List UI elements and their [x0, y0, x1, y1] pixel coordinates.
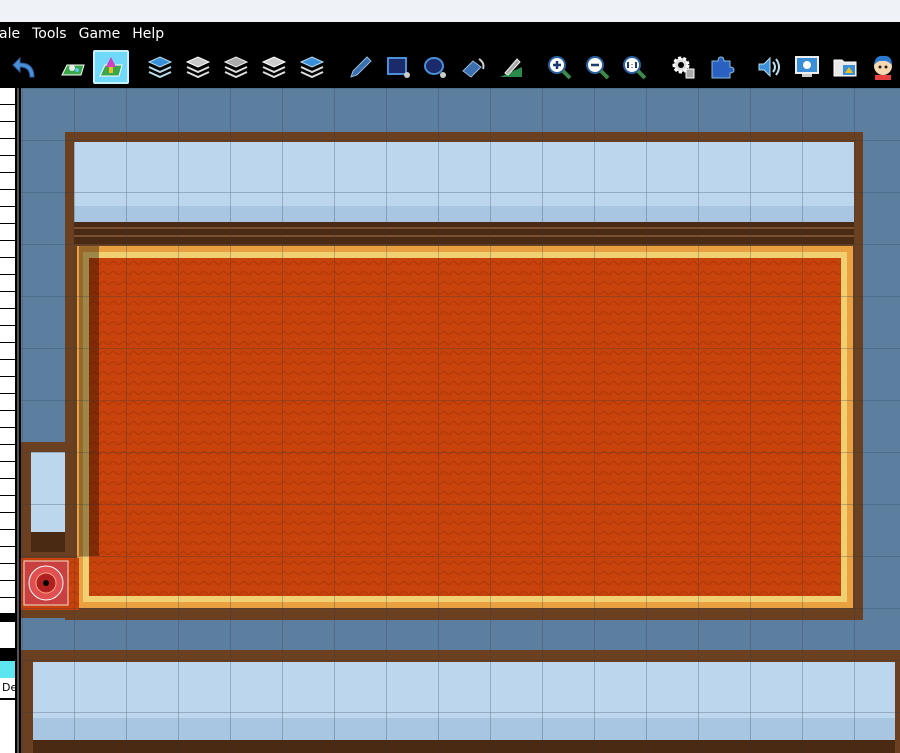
layer-3-icon	[223, 56, 249, 79]
undo-icon	[12, 56, 35, 78]
layer-5-icon	[299, 56, 325, 79]
window-title-bar	[0, 0, 900, 22]
shadow-pen-button[interactable]	[493, 50, 529, 84]
map-canvas[interactable]	[21, 88, 900, 753]
left-panel-bottom[interactable]	[0, 700, 15, 753]
event-mode-icon	[99, 57, 123, 77]
zoom-actual-button[interactable]	[616, 50, 652, 84]
database-icon	[672, 56, 695, 79]
character-generator-icon	[874, 55, 892, 80]
resource-manager-icon	[833, 59, 857, 77]
map-mode-button[interactable]	[55, 50, 91, 84]
left-panel-tab[interactable]: De	[0, 678, 15, 698]
menu-scale[interactable]: ale	[0, 22, 26, 46]
character-generator-button[interactable]	[865, 50, 900, 84]
selected-map-row[interactable]	[0, 661, 15, 678]
fill-button[interactable]	[455, 50, 491, 84]
left-panel: De	[0, 88, 19, 753]
map-drawing	[21, 88, 900, 753]
zoom-in-button[interactable]	[541, 50, 577, 84]
menu-bar: ale Tools Game Help	[0, 22, 900, 46]
resource-manager-button[interactable]	[827, 50, 863, 84]
zoom-actual-icon	[623, 56, 647, 80]
toolbar	[0, 46, 900, 88]
sound-test-icon	[758, 56, 780, 78]
menu-game[interactable]: Game	[73, 22, 127, 46]
fill-icon	[462, 58, 485, 78]
menu-tools[interactable]: Tools	[26, 22, 73, 46]
left-panel-gap	[0, 613, 15, 619]
map-grid	[21, 88, 900, 753]
shadow-pen-icon	[500, 58, 522, 77]
ellipse-button[interactable]	[417, 50, 453, 84]
map-mode-icon	[61, 64, 85, 76]
left-panel-box[interactable]	[0, 622, 15, 648]
layer-1-icon	[147, 56, 173, 79]
plugin-manager-icon	[711, 56, 735, 79]
zoom-out-button[interactable]	[579, 50, 615, 84]
ellipse-icon	[424, 57, 446, 78]
map-list[interactable]	[0, 88, 15, 613]
pencil-button[interactable]	[342, 50, 378, 84]
layer-4-icon	[261, 56, 287, 79]
layer-1-button[interactable]	[142, 50, 178, 84]
event-searcher-button[interactable]	[789, 50, 825, 84]
zoom-in-icon	[548, 56, 572, 80]
rectangle-button[interactable]	[380, 50, 416, 84]
pencil-icon	[350, 56, 372, 78]
event-mode-button[interactable]	[93, 50, 129, 84]
plugin-manager-button[interactable]	[703, 50, 739, 84]
event-searcher-icon	[795, 56, 819, 77]
sound-test-button[interactable]	[751, 50, 787, 84]
menu-help[interactable]: Help	[126, 22, 170, 46]
rectangle-icon	[387, 57, 410, 78]
layer-2-button[interactable]	[180, 50, 216, 84]
zoom-out-icon	[586, 56, 610, 80]
database-button[interactable]	[665, 50, 701, 84]
layer-5-button[interactable]	[294, 50, 330, 84]
layer-4-button[interactable]	[256, 50, 292, 84]
undo-button[interactable]	[6, 50, 42, 84]
layer-3-button[interactable]	[218, 50, 254, 84]
layer-2-icon	[185, 56, 211, 79]
